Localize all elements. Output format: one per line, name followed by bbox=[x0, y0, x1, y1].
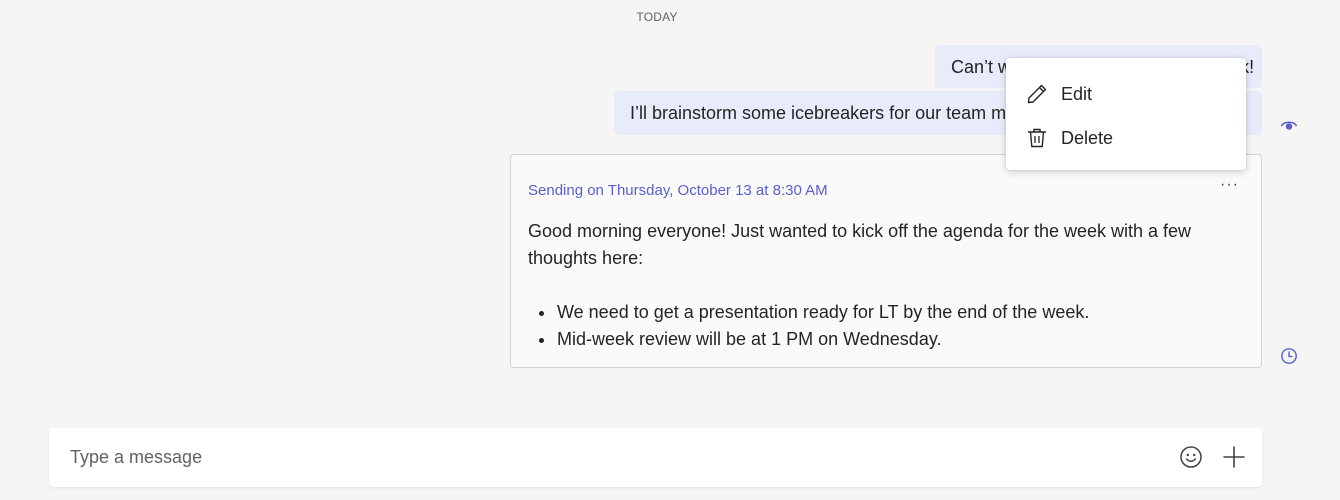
bullet-list: We need to get a presentation ready for … bbox=[528, 299, 1244, 353]
message-context-menu: Edit Delete bbox=[1006, 58, 1246, 170]
more-options-button[interactable]: ··· bbox=[1220, 175, 1239, 195]
list-item: We need to get a presentation ready for … bbox=[528, 299, 1244, 326]
message-input[interactable] bbox=[49, 428, 1149, 487]
plus-icon[interactable] bbox=[1222, 445, 1246, 469]
menu-item-edit[interactable]: Edit bbox=[1006, 72, 1246, 116]
message-paragraph: Good morning everyone! Just wanted to ki… bbox=[528, 221, 1192, 268]
seen-eye-icon bbox=[1280, 121, 1298, 130]
scheduled-message-body: Good morning everyone! Just wanted to ki… bbox=[528, 218, 1244, 353]
menu-item-delete[interactable]: Delete bbox=[1006, 116, 1246, 160]
menu-item-label: Edit bbox=[1061, 83, 1093, 104]
clock-icon bbox=[1281, 348, 1297, 364]
scheduled-message-card[interactable]: Sending on Thursday, October 13 at 8:30 … bbox=[510, 154, 1262, 368]
menu-item-label: Delete bbox=[1061, 127, 1114, 148]
scheduled-send-time: Sending on Thursday, October 13 at 8:30 … bbox=[528, 182, 828, 199]
list-item: Mid-week review will be at 1 PM on Wedne… bbox=[528, 326, 1244, 353]
emoji-icon[interactable] bbox=[1179, 445, 1203, 469]
trash-icon bbox=[1027, 128, 1047, 148]
day-divider: TODAY bbox=[636, 10, 678, 24]
compose-box bbox=[49, 428, 1262, 487]
pencil-icon bbox=[1027, 84, 1047, 104]
